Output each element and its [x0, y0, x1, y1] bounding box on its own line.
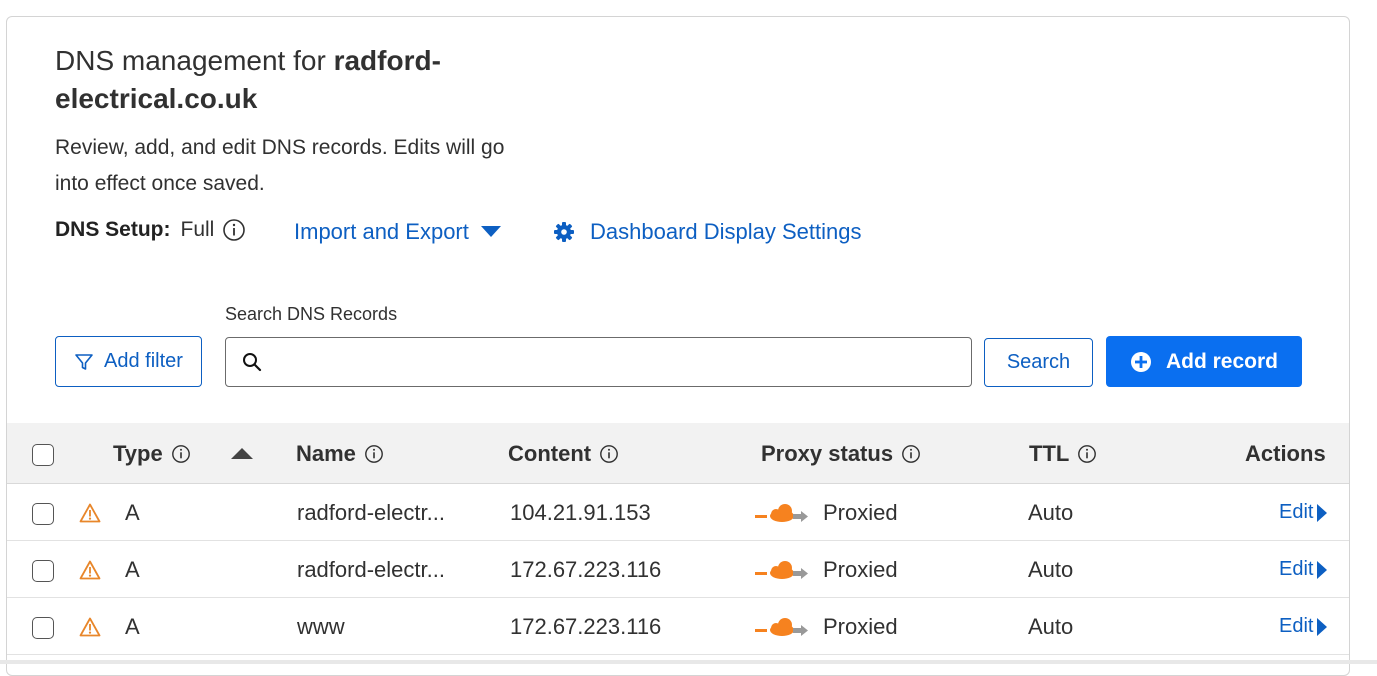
proxy-status-label: Proxied — [823, 556, 898, 582]
record-content: 172.67.223.116 — [510, 556, 662, 582]
edit-label: Edit — [1279, 501, 1314, 523]
dns-setup: DNS Setup: Full — [55, 212, 246, 248]
column-name[interactable]: Name — [296, 423, 384, 484]
record-content: 104.21.91.153 — [510, 499, 651, 525]
import-export-label: Import and Export — [294, 219, 469, 244]
column-proxy-status[interactable]: Proxy status — [761, 423, 921, 484]
dashboard-display-settings-link[interactable]: Dashboard Display Settings — [554, 214, 861, 250]
column-ttl[interactable]: TTL — [1029, 423, 1097, 484]
edit-button[interactable]: Edit — [1279, 598, 1328, 655]
column-type-label: Type — [113, 440, 163, 466]
add-filter-button[interactable]: Add filter — [55, 336, 202, 387]
proxy-status-label: Proxied — [823, 613, 898, 639]
cloud-icon — [755, 615, 809, 639]
search-button[interactable]: Search — [984, 338, 1093, 387]
proxy-status: Proxied — [755, 598, 898, 655]
proxy-status-label: Proxied — [823, 499, 898, 525]
warning-icon[interactable] — [79, 484, 101, 541]
record-ttl: Auto — [1028, 613, 1074, 639]
row-checkbox[interactable] — [32, 503, 54, 525]
dns-setup-label: DNS Setup: — [55, 218, 171, 241]
record-name: www — [297, 613, 345, 639]
sort-up-icon[interactable] — [231, 423, 253, 484]
proxy-status: Proxied — [755, 484, 898, 541]
info-icon[interactable] — [599, 444, 619, 464]
row-checkbox[interactable] — [32, 617, 54, 639]
info-icon[interactable] — [364, 444, 384, 464]
cloud-icon — [755, 501, 809, 525]
edit-button[interactable]: Edit — [1279, 484, 1328, 541]
dashboard-display-settings-label: Dashboard Display Settings — [590, 219, 862, 244]
title-prefix: DNS management for — [55, 45, 334, 76]
add-record-button[interactable]: Add record — [1106, 336, 1302, 387]
import-export-link[interactable]: Import and Export — [294, 214, 501, 250]
record-type: A — [125, 556, 140, 582]
info-icon[interactable] — [222, 218, 246, 242]
page-title: DNS management for radford-electrical.co… — [55, 42, 515, 118]
search-label: Search DNS Records — [225, 304, 398, 324]
divider — [0, 660, 1377, 664]
info-icon[interactable] — [1077, 444, 1097, 464]
record-ttl: Auto — [1028, 556, 1074, 582]
cloud-icon — [755, 558, 809, 582]
column-actions: Actions — [1245, 440, 1326, 466]
column-content-label: Content — [508, 440, 592, 466]
record-ttl: Auto — [1028, 499, 1074, 525]
select-all-checkbox[interactable] — [32, 444, 54, 466]
add-filter-label: Add filter — [104, 350, 183, 372]
column-type[interactable]: Type — [113, 423, 191, 484]
column-ttl-label: TTL — [1029, 440, 1070, 466]
search-input[interactable] — [270, 339, 971, 385]
search-icon — [242, 352, 262, 372]
table-row: A www 172.67.223.116 Proxied Auto Edit — [7, 598, 1349, 655]
add-record-label: Add record — [1165, 349, 1278, 373]
record-name: radford-electr... — [297, 499, 445, 525]
column-content[interactable]: Content — [508, 423, 619, 484]
caret-right-icon — [1317, 503, 1328, 522]
info-icon[interactable] — [171, 444, 191, 464]
column-proxy-status-label: Proxy status — [761, 440, 894, 466]
edit-label: Edit — [1279, 558, 1314, 580]
info-icon[interactable] — [901, 444, 921, 464]
edit-button[interactable]: Edit — [1279, 541, 1328, 598]
search-field[interactable] — [225, 337, 972, 387]
filter-icon — [74, 352, 94, 372]
record-name: radford-electr... — [297, 556, 445, 582]
proxy-status: Proxied — [755, 541, 898, 598]
edit-label: Edit — [1279, 615, 1314, 637]
row-checkbox[interactable] — [32, 560, 54, 582]
warning-icon[interactable] — [79, 598, 101, 655]
gear-icon — [554, 222, 574, 242]
caret-right-icon — [1317, 617, 1328, 636]
plus-circle-icon — [1130, 351, 1152, 373]
caret-down-icon — [480, 226, 501, 238]
dns-setup-value: Full — [180, 218, 215, 241]
table-header: Type Name Content Proxy status TTL Actio… — [7, 423, 1349, 484]
record-type: A — [125, 613, 140, 639]
table-row: A radford-electr... 104.21.91.153 Proxie… — [7, 484, 1349, 541]
table-row: A radford-electr... 172.67.223.116 Proxi… — [7, 541, 1349, 598]
page-description: Review, add, and edit DNS records. Edits… — [55, 136, 505, 195]
record-content: 172.67.223.116 — [510, 613, 662, 639]
warning-icon[interactable] — [79, 541, 101, 598]
record-type: A — [125, 499, 140, 525]
column-name-label: Name — [296, 440, 356, 466]
caret-right-icon — [1317, 560, 1328, 579]
